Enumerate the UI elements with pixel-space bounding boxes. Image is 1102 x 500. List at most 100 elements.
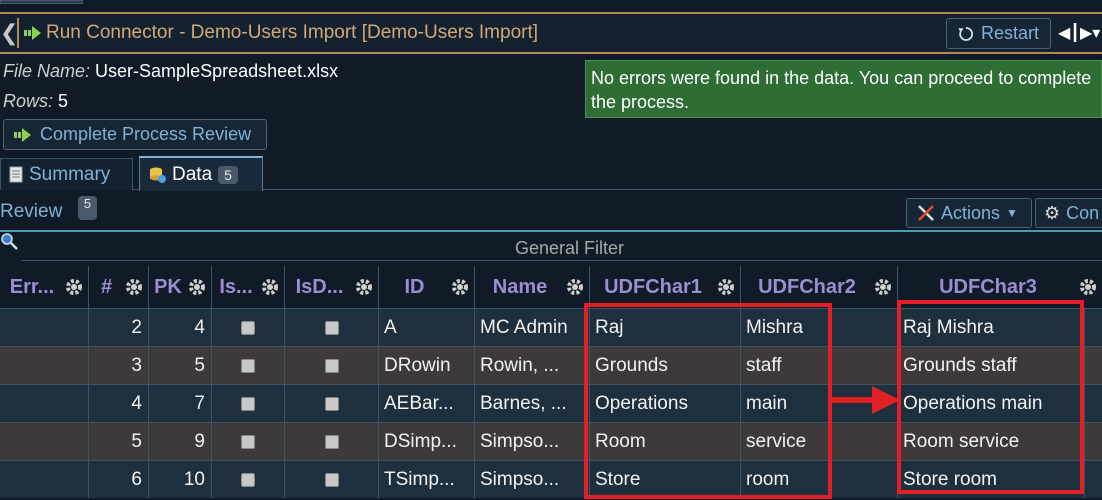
column-header-udfchar1[interactable]: UDFChar1 [590, 266, 741, 308]
column-header-label: ID [404, 275, 425, 298]
cell-udfchar3: Room service [898, 423, 1085, 460]
cell-udfchar3: Operations main [898, 385, 1085, 422]
cell-pk: 4 [149, 309, 212, 346]
checkbox[interactable] [241, 472, 255, 487]
cell-isd [285, 461, 379, 498]
cell-isd [285, 309, 379, 346]
back-arrow-icon[interactable]: ❮ [0, 20, 18, 46]
cell-id: A [379, 309, 475, 346]
filter-underline [22, 260, 1102, 261]
column-header-label: PK [154, 275, 182, 298]
checkbox[interactable] [324, 472, 339, 487]
checkbox[interactable] [324, 434, 339, 449]
checkbox[interactable] [241, 396, 255, 411]
column-header-label: IsD... [295, 275, 344, 298]
window-header: ❮ Run Connector - Demo-Users Import [Dem… [0, 12, 1102, 54]
general-filter-input[interactable]: General Filter [515, 238, 624, 259]
column-header-is[interactable]: Is... [212, 266, 285, 308]
cell-pk: 5 [149, 347, 212, 384]
review-toolbar: Review 5 Actions ▼ ⚙ Con [0, 190, 1102, 232]
split-view-icon[interactable]: ◀┃▶▾ [1058, 23, 1100, 45]
cell-pk: 7 [149, 385, 212, 422]
tab-data[interactable]: Data 5 [139, 156, 263, 191]
rows-value: 5 [58, 91, 69, 111]
config-label: Con [1066, 202, 1100, 223]
cell-number: 5 [89, 423, 149, 460]
table-row[interactable]: 2 4 A MC Admin Raj Mishra Raj Mishra [0, 308, 1102, 346]
gear-icon[interactable] [565, 277, 585, 297]
top-stub [0, 0, 83, 4]
cell-name: Barnes, ... [475, 385, 590, 422]
cell-udfchar2: staff [741, 347, 898, 384]
gear-icon[interactable] [187, 277, 207, 297]
cell-udfchar1: Operations [590, 385, 741, 422]
column-header-id[interactable]: ID [379, 266, 475, 308]
cell-name: MC Admin [475, 309, 590, 346]
cell-id: DSimp... [379, 423, 475, 460]
checkbox[interactable] [241, 320, 255, 335]
gear-icon[interactable] [64, 277, 84, 297]
review-label: Review [0, 201, 63, 222]
cell-errors [0, 309, 89, 346]
column-header-isd[interactable]: IsD... [285, 266, 379, 308]
document-icon [9, 166, 23, 183]
gear-icon[interactable] [450, 277, 470, 297]
cell-pk: 9 [149, 423, 212, 460]
cell-pk: 10 [149, 461, 212, 498]
column-header-label: UDFChar1 [604, 275, 702, 298]
gear-icon: ⚙ [1044, 202, 1061, 223]
cell-errors [0, 461, 89, 498]
cell-name: Rowin, ... [475, 347, 590, 384]
table-row[interactable]: 3 5 DRowin Rowin, ... Grounds staff Grounds st… [0, 346, 1102, 384]
gear-icon[interactable] [260, 277, 280, 297]
cell-id: DRowin [379, 347, 475, 384]
column-header-label: Name [492, 275, 548, 298]
cell-udfchar2: room [741, 461, 898, 498]
config-button[interactable]: ⚙ Con [1035, 198, 1102, 228]
column-header-label: # [100, 275, 113, 298]
cell-isd [285, 347, 379, 384]
cell-udfchar1: Grounds [590, 347, 741, 384]
cell-number: 3 [89, 347, 149, 384]
cell-udfchar3: Raj Mishra [898, 309, 1085, 346]
cell-is [212, 461, 285, 498]
checkbox[interactable] [241, 358, 255, 373]
checkbox[interactable] [241, 434, 255, 449]
file-name-label: File Name: [3, 61, 91, 81]
gear-icon[interactable] [716, 277, 736, 297]
table-row[interactable]: 5 9 DSimp... Simpso... Room service Room servi… [0, 422, 1102, 460]
column-header-name[interactable]: Name [475, 266, 590, 308]
red-arrow-icon [832, 386, 900, 414]
gear-icon[interactable] [354, 277, 374, 297]
checkbox[interactable] [324, 358, 339, 373]
cell-is [212, 385, 285, 422]
cell-errors [0, 385, 89, 422]
cell-isd [285, 385, 379, 422]
restart-button[interactable]: Restart [946, 18, 1051, 49]
file-name-row: File Name: User-SampleSpreadsheet.xlsx [3, 61, 338, 82]
complete-process-review-button[interactable]: Complete Process Review [3, 119, 267, 150]
column-header-pk[interactable]: PK [149, 266, 212, 308]
cell-errors [0, 347, 89, 384]
column-header-errors[interactable]: Err... [0, 266, 89, 308]
cell-id: TSimp... [379, 461, 475, 498]
actions-button[interactable]: Actions ▼ [906, 198, 1032, 228]
cell-udfchar3: Grounds staff [898, 347, 1085, 384]
column-header-udfchar2[interactable]: UDFChar2 [741, 266, 898, 308]
gear-icon[interactable] [873, 277, 893, 297]
search-icon[interactable] [0, 232, 20, 252]
tab-summary-label: Summary [29, 163, 111, 185]
column-header-label: Err... [9, 275, 55, 298]
column-header-udfchar3[interactable]: UDFChar3 [898, 266, 1102, 308]
table-row[interactable]: 6 10 TSimp... Simpso... Store room Store room [0, 460, 1102, 498]
column-header-number[interactable]: # [89, 266, 149, 308]
database-icon [150, 167, 166, 183]
cell-isd [285, 423, 379, 460]
gear-icon[interactable] [1078, 277, 1098, 297]
checkbox[interactable] [324, 320, 339, 335]
tab-summary[interactable]: Summary [0, 158, 133, 190]
table-row[interactable]: 4 7 AEBar... Barnes, ... Operations main Opera… [0, 384, 1102, 422]
gear-icon[interactable] [124, 277, 144, 297]
checkbox[interactable] [324, 396, 339, 411]
cell-udfchar3: Store room [898, 461, 1085, 498]
